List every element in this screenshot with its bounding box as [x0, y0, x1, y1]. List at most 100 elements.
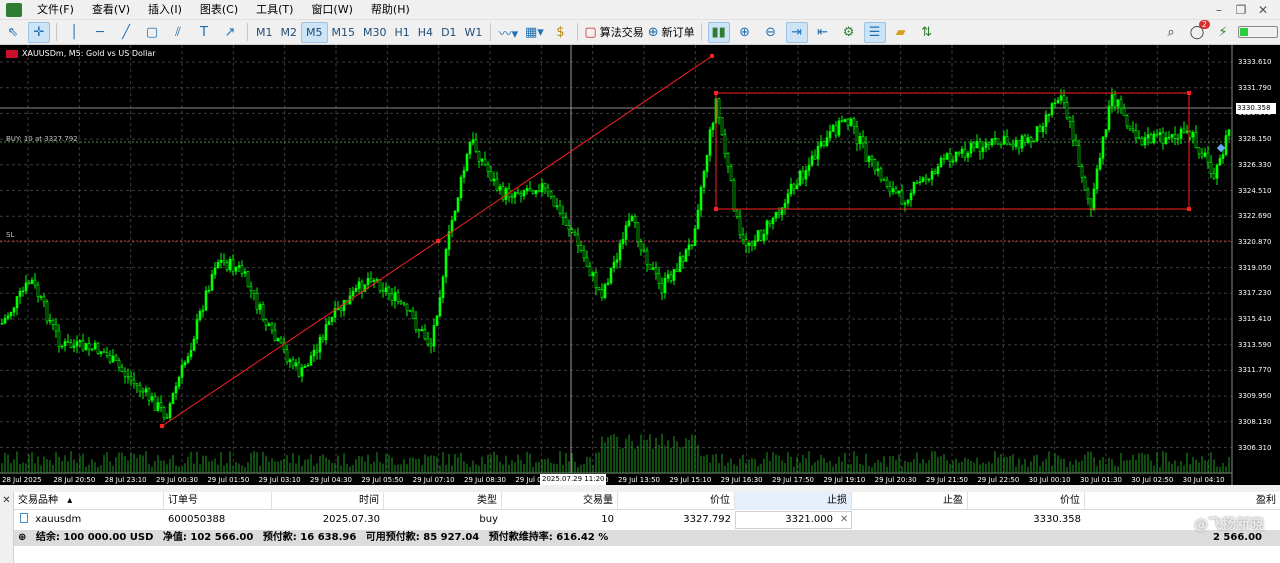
- toolbar: ⇖ ✛ │ ─ ╱ ▢ ⫽ T ↗ M1 M2 M5 M15 M30 H1 H4…: [0, 19, 1280, 45]
- indicators-icon[interactable]: 〰▾: [497, 22, 519, 43]
- horizontal-line-icon[interactable]: ─: [89, 22, 111, 43]
- candle-body: [783, 202, 787, 208]
- candle-body: [213, 267, 217, 275]
- timeframe-m15[interactable]: M15: [328, 22, 360, 43]
- candle-body: [432, 325, 436, 347]
- close-panel-icon[interactable]: ✕: [0, 492, 14, 563]
- candle-body: [234, 267, 238, 272]
- header-profit[interactable]: 盈利: [1085, 492, 1280, 510]
- row-stop-loss[interactable]: 3321.000: [735, 512, 837, 528]
- header-volume[interactable]: 交易量: [502, 492, 618, 510]
- candle-body: [663, 277, 667, 294]
- header-stop-loss[interactable]: 止损: [735, 492, 852, 510]
- menu-file[interactable]: 文件(F): [28, 0, 83, 20]
- timeframe-d1[interactable]: D1: [437, 22, 460, 43]
- time-tick-label: 28 Jul 2025: [2, 476, 42, 484]
- candle-body: [885, 179, 889, 187]
- channel-icon[interactable]: ⫽: [167, 22, 189, 43]
- autoscroll-icon[interactable]: ⇥: [785, 21, 808, 43]
- chart-shift-icon[interactable]: ⇤: [812, 22, 834, 43]
- menu-view[interactable]: 查看(V): [83, 0, 139, 20]
- time-tick-label: 28 Jul 20:50: [53, 476, 96, 484]
- candle-body: [1182, 128, 1186, 133]
- header-type[interactable]: 类型: [384, 492, 502, 510]
- zoom-in-icon[interactable]: ⊕: [734, 22, 756, 43]
- timeframe-w1[interactable]: W1: [461, 22, 487, 43]
- new-order-button[interactable]: ⊕ 新订单: [648, 22, 695, 43]
- trendline-icon[interactable]: ╱: [115, 22, 137, 43]
- candle-body: [795, 184, 799, 190]
- timeframe-m1[interactable]: M1: [252, 22, 277, 43]
- candle-body: [675, 269, 679, 272]
- timeframe-m2[interactable]: M2: [277, 22, 302, 43]
- candle-body: [687, 244, 691, 250]
- header-open-price[interactable]: 价位: [618, 492, 735, 510]
- candle-body: [699, 186, 703, 211]
- candle-body: [1008, 143, 1012, 146]
- gear-icon[interactable]: ⚙: [838, 22, 860, 43]
- timeframe-h1[interactable]: H1: [391, 22, 414, 43]
- candle-body: [954, 151, 958, 162]
- divider: [700, 23, 702, 41]
- menu-window[interactable]: 窗口(W): [302, 0, 361, 20]
- menu-tools[interactable]: 工具(T): [247, 0, 302, 20]
- candle-body: [1107, 105, 1111, 130]
- algo-trading-button[interactable]: ▢ 算法交易: [584, 22, 643, 43]
- arrow-draw-icon[interactable]: ↗: [219, 22, 241, 43]
- header-symbol-label: 交易品种: [18, 495, 58, 506]
- expand-icon[interactable]: ⊕: [18, 532, 26, 543]
- rectangle-icon[interactable]: ▢: [141, 22, 163, 43]
- timeframe-h4[interactable]: H4: [414, 22, 437, 43]
- timeframe-m30[interactable]: M30: [359, 22, 391, 43]
- header-current-price[interactable]: 价位: [968, 492, 1085, 510]
- signals-icon[interactable]: ⇅: [916, 22, 938, 43]
- vps-icon[interactable]: ⚡: [1212, 22, 1234, 43]
- timeframe-m5[interactable]: M5: [301, 21, 328, 43]
- candle-body: [1209, 161, 1213, 174]
- candle-body: [156, 402, 160, 411]
- candle-body: [207, 289, 211, 292]
- candle-body: [255, 293, 259, 310]
- header-order[interactable]: 订单号: [164, 492, 272, 510]
- zoom-out-icon[interactable]: ⊖: [760, 22, 782, 43]
- folder-icon[interactable]: ▰: [890, 22, 912, 43]
- dollar-icon[interactable]: $: [549, 22, 571, 43]
- text-icon[interactable]: T: [193, 22, 215, 43]
- candle-body: [843, 119, 847, 123]
- minimize-icon[interactable]: –: [1208, 3, 1230, 17]
- vertical-line-icon[interactable]: │: [63, 22, 85, 43]
- candle-body: [474, 139, 478, 152]
- price-tick-label: 3313.590: [1238, 340, 1272, 349]
- candle-body: [1023, 135, 1027, 143]
- candle-body: [51, 320, 55, 325]
- cursor-icon[interactable]: ⇖: [2, 22, 24, 43]
- rectangle-anchor: [1187, 91, 1191, 95]
- notifications-icon[interactable]: ◯ 2: [1186, 19, 1210, 43]
- candle-body: [351, 291, 355, 297]
- price-tick-label: 3308.130: [1238, 417, 1272, 426]
- close-icon[interactable]: ✕: [1252, 3, 1274, 17]
- candle-body: [57, 330, 61, 347]
- menu-help[interactable]: 帮助(H): [362, 0, 419, 20]
- search-icon[interactable]: ⌕: [1160, 22, 1182, 43]
- header-take-profit[interactable]: 止盈: [852, 492, 968, 510]
- menu-charts[interactable]: 图表(C): [191, 0, 247, 20]
- menu-insert[interactable]: 插入(I): [139, 0, 191, 20]
- price-chart[interactable]: XAUUSDm, M5: Gold vs US Dollar BUY: 10 a…: [0, 45, 1280, 485]
- clear-stop-loss-icon[interactable]: ✕: [836, 512, 852, 528]
- candle-body: [114, 355, 118, 361]
- candle-body: [1194, 132, 1198, 148]
- crosshair-icon[interactable]: ✛: [28, 21, 50, 43]
- header-time[interactable]: 时间: [272, 492, 384, 510]
- candle-body: [618, 243, 622, 261]
- header-symbol[interactable]: 交易品种 ▴: [14, 492, 164, 510]
- candle-body: [996, 138, 1000, 145]
- row-take-profit[interactable]: [852, 512, 968, 528]
- grid-icon[interactable]: ☰: [863, 21, 886, 43]
- candle-body: [105, 352, 109, 356]
- candle-body: [1035, 126, 1039, 142]
- candle-body: [417, 329, 421, 332]
- restore-icon[interactable]: ❐: [1230, 3, 1252, 17]
- templates-icon[interactable]: ▦▾: [523, 22, 545, 43]
- candlestick-icon[interactable]: ▮▮: [707, 21, 730, 43]
